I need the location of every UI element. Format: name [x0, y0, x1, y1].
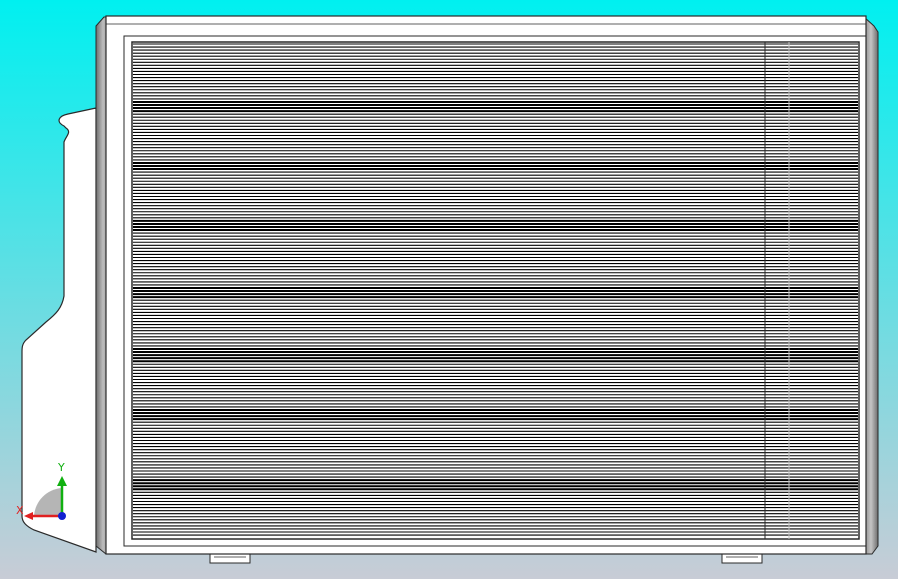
y-axis-label: Y — [57, 461, 65, 474]
front-grille[interactable] — [132, 42, 859, 539]
graphics-viewport[interactable]: X Y — [0, 0, 898, 579]
z-axis-dot — [58, 512, 66, 520]
x-axis-label: X — [16, 504, 24, 517]
cad-canvas[interactable]: X Y — [0, 0, 898, 579]
